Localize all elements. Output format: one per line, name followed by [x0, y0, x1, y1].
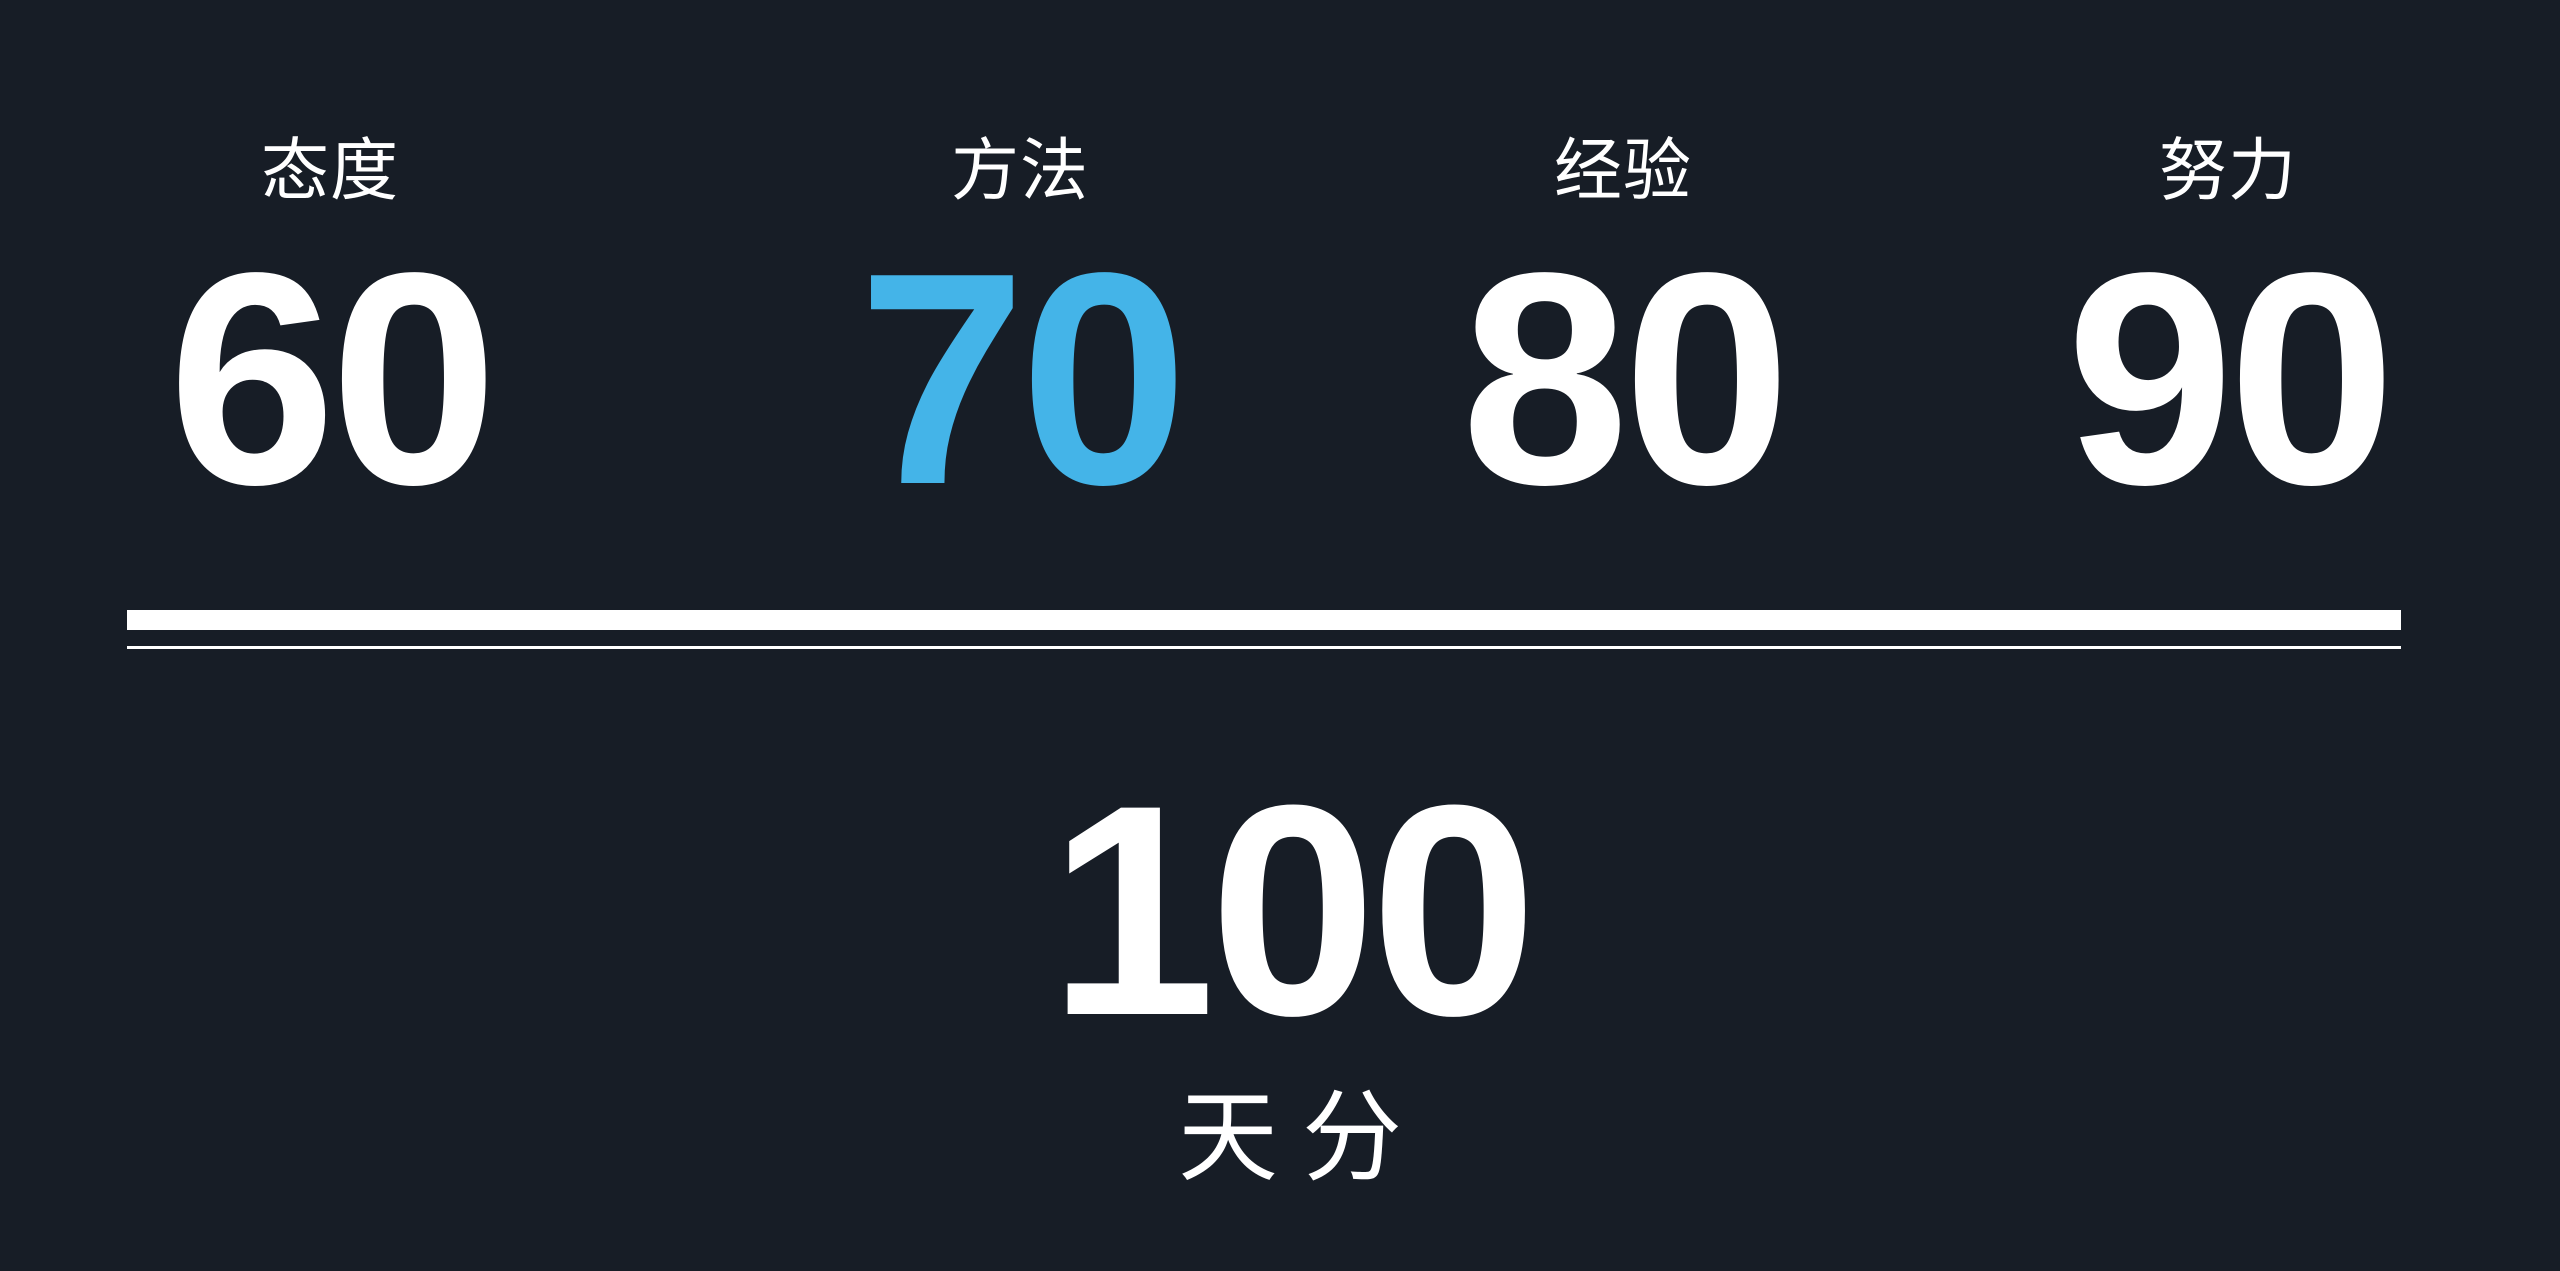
total-block: 100 天分 [880, 760, 1700, 1188]
metric-value: 70 [858, 210, 1188, 547]
metric-label: 态度 [260, 132, 399, 211]
metric-label: 方法 [950, 132, 1089, 211]
total-value: 100 [1048, 742, 1538, 1078]
metric-value: 60 [168, 210, 498, 547]
divider-thin [127, 646, 2401, 649]
metric-label: 努力 [2158, 132, 2297, 211]
divider-thick [127, 610, 2401, 630]
metric-label: 经验 [1553, 132, 1692, 211]
total-label: 天分 [1178, 1079, 1426, 1196]
metric-value: 90 [2066, 210, 2396, 547]
metric-value: 80 [1461, 210, 1791, 547]
